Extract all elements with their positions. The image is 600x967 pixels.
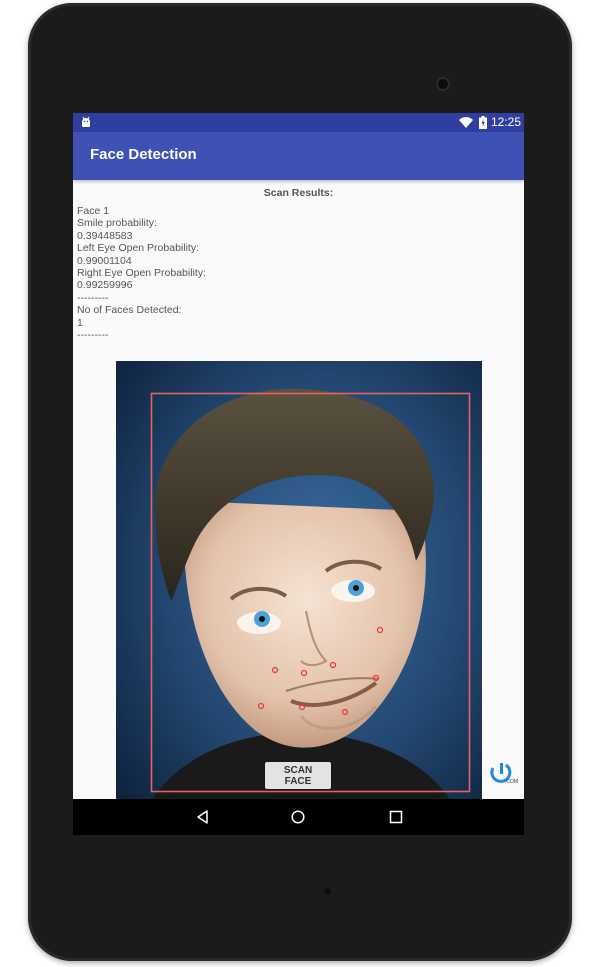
watermark-text: .COM <box>505 779 519 785</box>
front-camera <box>436 77 450 91</box>
recent-apps-icon[interactable] <box>389 810 403 824</box>
landmark-right-eye <box>376 626 384 634</box>
landmark-chin <box>257 702 265 710</box>
landmark-bottom-mouth <box>341 708 349 716</box>
landmark-left-mouth <box>298 703 306 711</box>
face-detection-overlay <box>150 392 471 793</box>
face-bounding-box <box>150 392 471 793</box>
navigation-bar <box>73 799 524 835</box>
app-screen: 12:25 Face Detection Scan Results: Face … <box>73 113 524 835</box>
landmark-nose-base <box>329 661 337 669</box>
landmark-right-mouth <box>372 674 380 682</box>
scan-face-button[interactable]: SCAN FACE <box>265 762 331 789</box>
home-icon[interactable] <box>291 810 305 824</box>
landmark-left-cheek <box>271 666 279 674</box>
back-icon[interactable] <box>196 810 210 824</box>
device-sensor <box>324 888 331 895</box>
landmark-nose-left <box>300 669 308 677</box>
watermark-logo <box>490 763 512 783</box>
